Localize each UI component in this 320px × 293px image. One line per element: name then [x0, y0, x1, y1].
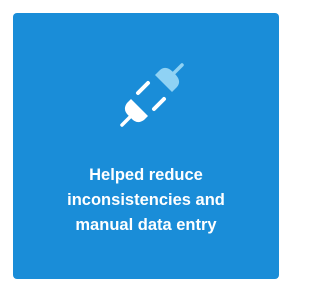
benefit-card: Helped reduce inconsistencies and manual… [13, 13, 279, 279]
caption-line: manual data entry [75, 216, 217, 234]
benefit-caption: Helped reduce inconsistencies and manual… [13, 163, 279, 238]
caption-line: inconsistencies and [67, 191, 225, 209]
plug-half [120, 81, 166, 127]
socket-half [155, 63, 184, 92]
caption-line: Helped reduce [89, 166, 203, 184]
plug-connection-icon [116, 59, 188, 131]
plug-svg [120, 63, 184, 127]
